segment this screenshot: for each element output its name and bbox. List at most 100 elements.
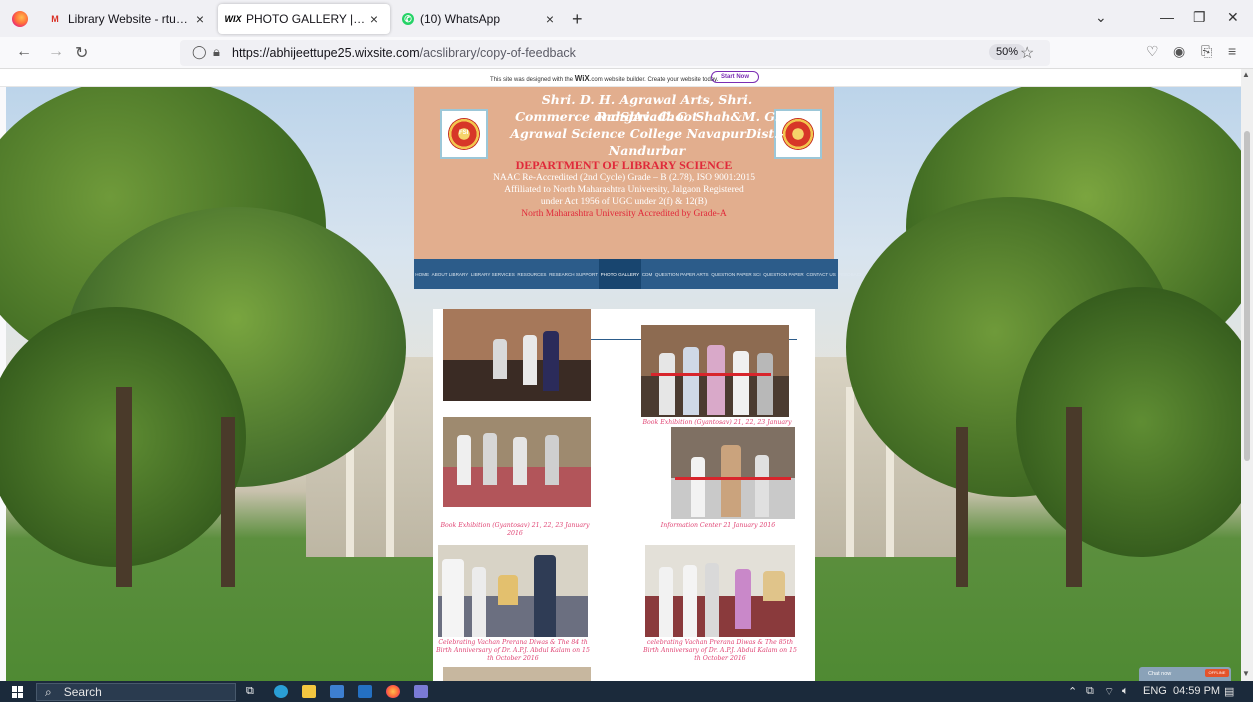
- whatsapp-icon: ✆: [402, 13, 414, 25]
- tab-label: (10) WhatsApp: [420, 12, 501, 26]
- browser-navbar: ← → ↻ ◯ 🔒︎ https://abhijeettupe25.wixsit…: [0, 37, 1253, 69]
- extensions-icon[interactable]: ⎘: [1201, 43, 1212, 60]
- chat-label: Chat now: [1148, 671, 1172, 677]
- college-logo-text: FSI: [459, 130, 469, 136]
- network-icon[interactable]: ⧉: [1086, 685, 1094, 698]
- menu-item-library-services[interactable]: LIBRARY SERVICES: [470, 259, 517, 289]
- taskbar-search-placeholder: Search: [63, 685, 102, 699]
- caption-book-exhibition-left: Book Exhibition (Gyantosav) 21, 22, 23 J…: [440, 522, 590, 537]
- wifi-icon[interactable]: ⌔: [1104, 685, 1114, 699]
- college-name-line-2: Commerce andShri. C. C. Shah&M. G.: [515, 109, 779, 124]
- photo-gallery: Book Exhibition (Gyantosav) 21, 22, 23 J…: [433, 309, 815, 681]
- taskbar-search-box[interactable]: ⌕ Search: [36, 683, 236, 701]
- browser-tab-strip: M Library Website - rtupe03@gmai × WIX P…: [0, 0, 1253, 37]
- college-header: FSI Shri. D. H. Agrawal Arts, Shri. Rang…: [414, 87, 834, 259]
- wix-banner-message: This site was designed with the WiX.com …: [490, 74, 719, 83]
- tab-close-icon[interactable]: ×: [366, 11, 382, 27]
- tab-photo-gallery[interactable]: WIX PHOTO GALLERY | library ×: [218, 4, 390, 34]
- menu-item-photo-gallery[interactable]: PHOTO GALLERY: [599, 259, 641, 289]
- lock-icon[interactable]: 🔒︎: [213, 44, 220, 60]
- accreditation-line-1: NAAC Re-Accredited (2nd Cycle) Grade – B…: [493, 173, 755, 183]
- store-icon[interactable]: [330, 685, 344, 698]
- photos-app-icon[interactable]: [414, 685, 428, 698]
- task-view-icon[interactable]: ⧉: [246, 685, 260, 698]
- wix-icon: WIX: [224, 14, 242, 24]
- gmail-icon: M: [51, 14, 59, 24]
- menu-item-research-support[interactable]: RESEARCH SUPPORT: [548, 259, 600, 289]
- bookmark-star-icon[interactable]: ☆: [1020, 43, 1034, 63]
- menu-item-question-paper-sci[interactable]: QUESTION PAPER SCI: [710, 259, 762, 289]
- wix-promo-banner: This site was designed with the WiX.com …: [0, 69, 1241, 87]
- scrollbar-thumb[interactable]: [1244, 131, 1250, 461]
- scroll-down-icon[interactable]: ▼: [1242, 669, 1250, 678]
- minimize-icon[interactable]: —: [1160, 9, 1174, 25]
- gallery-photo-vachan-prerana-right[interactable]: [645, 545, 795, 637]
- language-indicator[interactable]: ENG: [1143, 685, 1167, 697]
- tab-label: Library Website - rtupe03@gmai: [68, 12, 192, 26]
- menu-item-cdm[interactable]: CDM: [641, 259, 654, 289]
- tab-close-icon[interactable]: ×: [542, 11, 558, 27]
- mail-icon[interactable]: [358, 685, 372, 698]
- menu-item-question-paper-arts[interactable]: QUESTION PAPER ARTS: [654, 259, 710, 289]
- college-name-line-4: Nandurbar: [608, 143, 686, 158]
- scroll-up-icon[interactable]: ▲: [1242, 70, 1250, 79]
- page-scrollbar[interactable]: ▲ ▼: [1241, 69, 1253, 681]
- gallery-photo-award[interactable]: [443, 309, 591, 401]
- hamburger-menu-icon[interactable]: ≡: [1228, 43, 1236, 59]
- chat-widget[interactable]: Chat now OFFLINE: [1139, 667, 1231, 681]
- volume-icon[interactable]: 🔈︎: [1122, 685, 1129, 698]
- list-all-tabs-icon[interactable]: ⌄: [1095, 9, 1107, 26]
- university-accreditation: North Maharashtra University Accredited …: [521, 209, 727, 219]
- tab-library-website[interactable]: M Library Website - rtupe03@gmai ×: [40, 4, 216, 34]
- accreditation-line-2: Affiliated to North Maharashtra Universi…: [504, 185, 744, 195]
- url-text[interactable]: https://abhijeettupe25.wixsite.com/acsli…: [232, 46, 576, 60]
- menu-item-feedback[interactable]: FEEDBACK: [837, 259, 864, 289]
- gallery-photo-ribbon-cutting[interactable]: [641, 325, 789, 417]
- start-now-button[interactable]: Start Now: [711, 71, 760, 83]
- tab-close-icon[interactable]: ×: [192, 11, 208, 27]
- url-host: https://abhijeettupe25.wixsite.com: [232, 46, 420, 60]
- clock[interactable]: 04:59 PM: [1173, 685, 1220, 697]
- account-icon[interactable]: ◉: [1173, 43, 1185, 60]
- gallery-photo-partial[interactable]: [443, 667, 591, 681]
- caption-vachan-prerana-left: Celebrating Vachan Prerana Diwas & The 8…: [436, 639, 590, 662]
- restore-icon[interactable]: ❐: [1193, 9, 1206, 26]
- accreditation-line-3: under Act 1956 of UGC under 2(f) & 12(B): [540, 197, 708, 207]
- shield-icon[interactable]: ◯: [192, 44, 207, 60]
- firefox-menu-icon[interactable]: [12, 11, 28, 27]
- forward-arrow-icon[interactable]: →: [48, 43, 64, 61]
- site-nav-menu: HOME ABOUT LIBRARY LIBRARY SERVICES RESO…: [414, 259, 863, 289]
- windows-start-icon[interactable]: [12, 686, 24, 698]
- tab-whatsapp[interactable]: ✆ (10) WhatsApp ×: [394, 4, 566, 34]
- url-bar[interactable]: ◯ 🔒︎ https://abhijeettupe25.wixsite.com/…: [180, 40, 1050, 66]
- gallery-photo-vachan-prerana-left[interactable]: [438, 545, 588, 637]
- close-window-icon[interactable]: ✕: [1227, 9, 1239, 26]
- wix-brand: WiX: [574, 74, 590, 83]
- back-arrow-icon[interactable]: ←: [16, 43, 32, 61]
- menu-item-resources[interactable]: RESOURCES: [516, 259, 548, 289]
- menu-item-about-library[interactable]: ABOUT LIBRARY: [430, 259, 469, 289]
- edge-browser-icon[interactable]: [274, 685, 288, 698]
- url-path: /acslibrary/copy-of-feedback: [419, 46, 576, 60]
- menu-item-question-paper[interactable]: QUESTION PAPER: [762, 259, 805, 289]
- menu-item-home[interactable]: HOME: [414, 259, 430, 289]
- reload-icon[interactable]: ↻: [75, 43, 88, 63]
- chat-status-badge: OFFLINE: [1205, 669, 1229, 677]
- tab-label: PHOTO GALLERY | library: [246, 12, 366, 26]
- caption-vachan-prerana-right: celebrating Vachan Prerana Diwas & The 8…: [643, 639, 797, 662]
- college-logo-left: FSI: [440, 109, 488, 159]
- menu-item-contact-us[interactable]: CONTACT US: [805, 259, 837, 289]
- gallery-photo-information-center[interactable]: [671, 427, 795, 519]
- college-name-line-3: Agrawal Science College NavapurDist.-: [510, 126, 784, 141]
- firefox-taskbar-icon[interactable]: [386, 685, 400, 698]
- search-icon: ⌕: [45, 684, 52, 699]
- gallery-photo-book-exhibition[interactable]: [443, 417, 591, 507]
- department-title: DEPARTMENT OF LIBRARY SCIENCE: [515, 158, 733, 172]
- notifications-icon[interactable]: ▤: [1224, 685, 1234, 698]
- show-hidden-icons-icon[interactable]: ⌃: [1068, 685, 1077, 698]
- file-explorer-icon[interactable]: [302, 685, 316, 698]
- caption-information-center: Information Center 21 January 2016: [660, 522, 776, 529]
- pocket-icon[interactable]: ♡: [1146, 43, 1159, 60]
- windows-taskbar: ⌕ Search ⧉ ⌃ ⧉ ⌔ 🔈︎ ENG 04:59 PM ▤: [0, 681, 1253, 702]
- new-tab-button[interactable]: +: [572, 9, 583, 30]
